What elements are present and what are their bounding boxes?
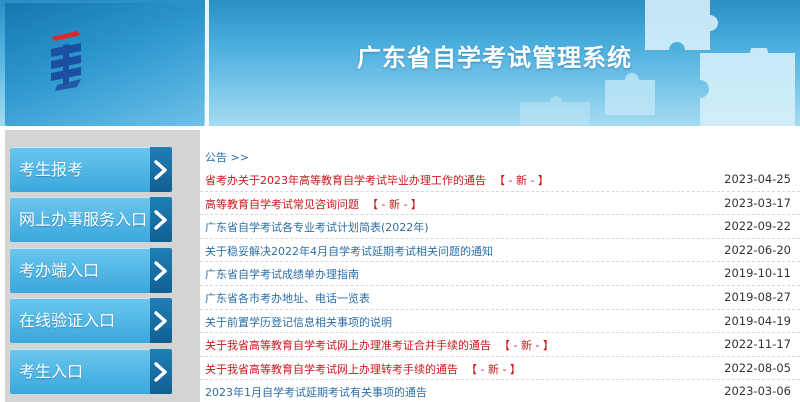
sidebar-item-label: 在线验证入口 bbox=[19, 311, 116, 330]
notice-title: 关于我省高等教育自学考试网上办理准考证合并手续的通告 bbox=[205, 339, 491, 353]
list-item: 关于稳妥解决2022年4月自学考试延期考试相关问题的通知 2022-06-20 bbox=[200, 239, 800, 263]
list-item: 广东省自学考试各专业考试计划简表(2022年) 2022-09-22 bbox=[200, 215, 800, 239]
exam-logo-icon bbox=[51, 31, 81, 91]
notice-link[interactable]: 广东省自学考试各专业考试计划简表(2022年) bbox=[205, 219, 429, 235]
site-header: 广东省自学考试管理系统 bbox=[0, 0, 800, 129]
header-divider bbox=[205, 0, 209, 129]
notice-link[interactable]: 关于我省高等教育自学考试网上办理转考手续的通告【 - 新 - 】 bbox=[205, 361, 521, 377]
list-item: 省考办关于2023年高等教育自学考试毕业办理工作的通告【 - 新 - 】 2023… bbox=[200, 168, 800, 192]
notice-link[interactable]: 广东省自学考试成绩单办理指南 bbox=[205, 266, 359, 282]
puzzle-piece-icon bbox=[605, 73, 655, 115]
sidebar-item-exam-registration[interactable]: 考生报考 bbox=[10, 147, 172, 192]
notice-date: 2022-08-05 bbox=[724, 360, 791, 375]
sidebar-item-online-verification[interactable]: 在线验证入口 bbox=[10, 298, 172, 343]
chevron-right-icon bbox=[150, 248, 172, 293]
new-badge: 【 - 新 - 】 bbox=[499, 339, 554, 353]
notice-date: 2023-03-06 bbox=[724, 384, 791, 399]
notice-date: 2023-03-17 bbox=[724, 195, 791, 210]
notice-date: 2022-06-20 bbox=[724, 242, 791, 257]
notice-title: 广东省自学考试成绩单办理指南 bbox=[205, 268, 359, 282]
notice-link[interactable]: 关于稳妥解决2022年4月自学考试延期考试相关问题的通知 bbox=[205, 243, 493, 259]
list-item: 关于我省高等教育自学考试网上办理转考手续的通告【 - 新 - 】 2022-08-… bbox=[200, 357, 800, 381]
notice-list: 省考办关于2023年高等教育自学考试毕业办理工作的通告【 - 新 - 】 2023… bbox=[200, 168, 800, 402]
sidebar-item-exam-office[interactable]: 考办端入口 bbox=[10, 248, 172, 293]
sidebar-item-label: 网上办事服务入口 bbox=[19, 210, 148, 229]
notice-title: 关于前置学历登记信息相关事项的说明 bbox=[205, 315, 392, 329]
sidebar-item-label: 考生入口 bbox=[19, 362, 84, 381]
new-badge: 【 - 新 - 】 bbox=[494, 174, 549, 187]
notice-date: 2019-10-11 bbox=[724, 266, 791, 281]
new-badge: 【 - 新 - 】 bbox=[466, 362, 521, 376]
notice-date: 2022-11-17 bbox=[724, 337, 791, 352]
notice-date: 2022-09-22 bbox=[724, 219, 791, 234]
notice-link[interactable]: 2023年1月自学考试延期考试有关事项的通告 bbox=[205, 384, 427, 400]
notice-title: 广东省自学考试各专业考试计划简表(2022年) bbox=[205, 221, 429, 235]
notice-panel: 公告 >> 省考办关于2023年高等教育自学考试毕业办理工作的通告【 - 新 -… bbox=[200, 130, 800, 402]
notice-link[interactable]: 关于我省高等教育自学考试网上办理准考证合并手续的通告【 - 新 - 】 bbox=[205, 337, 554, 353]
notice-title: 2023年1月自学考试延期考试有关事项的通告 bbox=[205, 386, 427, 400]
chevron-right-icon bbox=[150, 349, 172, 394]
notice-link[interactable]: 关于前置学历登记信息相关事项的说明 bbox=[205, 314, 392, 330]
breadcrumb[interactable]: 公告 >> bbox=[205, 149, 249, 165]
notice-date: 2023-04-25 bbox=[724, 172, 791, 186]
chevron-right-icon bbox=[150, 147, 172, 192]
sidebar-item-candidate-login[interactable]: 考生入口 bbox=[10, 349, 172, 394]
list-item: 关于前置学历登记信息相关事项的说明 2019-04-19 bbox=[200, 310, 800, 334]
site-title: 广东省自学考试管理系统 bbox=[357, 44, 632, 72]
puzzle-piece-icon bbox=[700, 48, 795, 129]
list-item: 2023年1月自学考试延期考试有关事项的通告 2023-03-06 bbox=[200, 380, 800, 402]
sidebar: 考生报考 网上办事服务入口 考办端入口 在线验证入口 考生入口 bbox=[5, 130, 200, 402]
chevron-right-icon bbox=[150, 298, 172, 343]
chevron-right-icon bbox=[150, 197, 172, 242]
puzzle-piece-icon bbox=[520, 96, 590, 129]
notice-link[interactable]: 省考办关于2023年高等教育自学考试毕业办理工作的通告【 - 新 - 】 bbox=[205, 172, 549, 188]
notice-title: 关于稳妥解决2022年4月自学考试延期考试相关问题的通知 bbox=[205, 244, 493, 258]
sidebar-item-online-services[interactable]: 网上办事服务入口 bbox=[10, 197, 172, 242]
notice-title: 关于我省高等教育自学考试网上办理转考手续的通告 bbox=[205, 362, 458, 376]
notice-link[interactable]: 高等教育自学考试常见咨询问题【 - 新 - 】 bbox=[205, 196, 422, 212]
new-badge: 【 - 新 - 】 bbox=[367, 197, 422, 211]
sidebar-item-label: 考生报考 bbox=[19, 160, 84, 179]
notice-date: 2019-04-19 bbox=[724, 313, 791, 328]
list-item: 高等教育自学考试常见咨询问题【 - 新 - 】 2023-03-17 bbox=[200, 192, 800, 216]
list-item: 广东省自学考试成绩单办理指南 2019-10-11 bbox=[200, 262, 800, 286]
list-item: 关于我省高等教育自学考试网上办理准考证合并手续的通告【 - 新 - 】 2022-… bbox=[200, 333, 800, 357]
notice-link[interactable]: 广东省各市考办地址、电话一览表 bbox=[205, 290, 370, 306]
notice-title: 广东省各市考办地址、电话一览表 bbox=[205, 291, 370, 305]
notice-title: 省考办关于2023年高等教育自学考试毕业办理工作的通告 bbox=[205, 174, 486, 187]
notice-title: 高等教育自学考试常见咨询问题 bbox=[205, 197, 359, 211]
logo-panel bbox=[5, 3, 204, 126]
list-item: 广东省各市考办地址、电话一览表 2019-08-27 bbox=[200, 286, 800, 310]
sidebar-item-label: 考办端入口 bbox=[19, 261, 100, 280]
notice-date: 2019-08-27 bbox=[724, 289, 791, 304]
